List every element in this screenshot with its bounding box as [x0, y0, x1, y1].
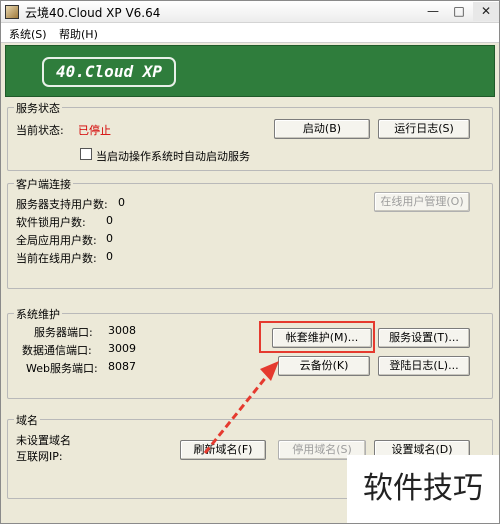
- service-status-group: 服务状态 当前状态: 已停止 启动(B) 运行日志(S) 当启动操作系统时自动启…: [7, 100, 493, 171]
- menu-bar: 系统(S) 帮助(H): [1, 23, 499, 43]
- online-users-value: 0: [106, 250, 113, 263]
- window-title: 云境40.Cloud XP V6.64: [25, 6, 161, 20]
- brand-banner: 40.Cloud XP: [5, 45, 495, 97]
- autostart-checkbox[interactable]: [80, 148, 92, 160]
- maintenance-title: 系统维护: [14, 306, 62, 322]
- global-users-value: 0: [106, 232, 113, 245]
- maintenance-group: 系统维护 服务器端口: 3008 数据通信端口: 3009 Web服务端口: 8…: [7, 306, 493, 399]
- watermark-text: 软件技巧: [347, 455, 499, 523]
- support-users-value: 0: [118, 196, 125, 209]
- current-status-label: 当前状态:: [16, 124, 64, 137]
- autostart-label: 当启动操作系统时自动启动服务: [96, 150, 250, 163]
- product-logo: 40.Cloud XP: [42, 57, 176, 87]
- client-connections-group: 客户端连接 服务器支持用户数: 0 软件锁用户数: 0 全局应用用户数: 0 当…: [7, 176, 493, 289]
- run-log-button[interactable]: 运行日志(S): [378, 119, 470, 139]
- service-status-title: 服务状态: [14, 100, 62, 116]
- support-users-label: 服务器支持用户数:: [16, 198, 108, 211]
- app-window: 云境40.Cloud XP V6.64 — □ ✕ 系统(S) 帮助(H) 40…: [0, 0, 500, 524]
- app-icon: [5, 5, 19, 19]
- online-users-label: 当前在线用户数:: [16, 252, 97, 265]
- global-users-label: 全局应用用户数:: [16, 234, 97, 247]
- minimize-button[interactable]: —: [421, 2, 445, 21]
- domain-title: 域名: [14, 412, 40, 428]
- lock-users-label: 软件锁用户数:: [16, 216, 86, 229]
- web-port-value: 8087: [108, 360, 136, 373]
- server-port-label: 服务器端口:: [34, 326, 93, 339]
- client-connections-title: 客户端连接: [14, 176, 73, 192]
- data-port-value: 3009: [108, 342, 136, 355]
- maximize-button[interactable]: □: [447, 2, 471, 21]
- data-port-label: 数据通信端口:: [22, 344, 92, 357]
- menu-system[interactable]: 系统(S): [9, 26, 47, 42]
- login-log-button[interactable]: 登陆日志(L)...: [378, 356, 470, 376]
- lock-users-value: 0: [106, 214, 113, 227]
- close-button[interactable]: ✕: [473, 2, 499, 21]
- menu-help[interactable]: 帮助(H): [59, 26, 98, 42]
- internet-ip-label: 互联网IP:: [16, 450, 63, 463]
- online-users-manage-button[interactable]: 在线用户管理(O): [374, 192, 470, 212]
- current-status-value: 已停止: [78, 124, 111, 137]
- cloud-backup-button[interactable]: 云备份(K): [278, 356, 370, 376]
- highlight-annotation-box: [259, 321, 375, 353]
- title-bar: 云境40.Cloud XP V6.64 — □ ✕: [1, 1, 499, 23]
- refresh-domain-button[interactable]: 刷新域名(F): [180, 440, 266, 460]
- start-button[interactable]: 启动(B): [274, 119, 370, 139]
- service-settings-button[interactable]: 服务设置(T)...: [378, 328, 470, 348]
- server-port-value: 3008: [108, 324, 136, 337]
- web-port-label: Web服务端口:: [26, 362, 98, 375]
- domain-unset-label: 未设置域名: [16, 434, 71, 447]
